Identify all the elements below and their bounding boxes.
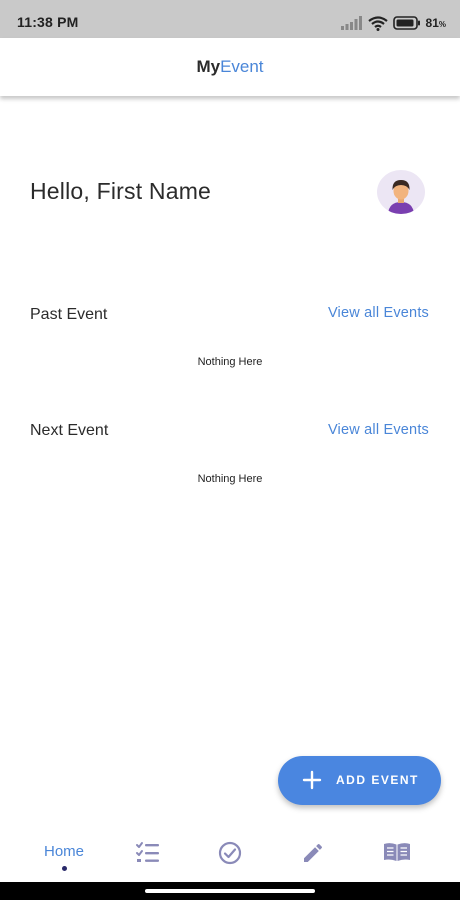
home-gesture-bar[interactable] bbox=[145, 889, 315, 893]
app-title: MyEvent bbox=[0, 57, 460, 77]
check-circle-icon bbox=[218, 841, 242, 865]
bottom-nav: Home bbox=[0, 826, 460, 882]
pencil-icon bbox=[304, 843, 323, 862]
signal-icon bbox=[340, 16, 362, 30]
battery-icon bbox=[392, 16, 420, 30]
nav-home[interactable]: Home bbox=[39, 836, 89, 874]
past-empty-text: Nothing Here bbox=[197, 356, 263, 368]
wifi-icon bbox=[367, 15, 388, 31]
next-view-all-link[interactable]: View all Events bbox=[328, 422, 429, 438]
status-time: 11:38 PM bbox=[17, 14, 79, 30]
user-avatar-icon bbox=[388, 180, 414, 214]
greeting-text: Hello, First Name bbox=[30, 178, 212, 204]
checklist-icon bbox=[136, 842, 159, 862]
system-gesture-area bbox=[0, 882, 460, 900]
book-icon bbox=[384, 843, 410, 861]
nav-edit[interactable] bbox=[288, 836, 338, 874]
nav-home-label: Home bbox=[43, 843, 84, 860]
past-view-all-link[interactable]: View all Events bbox=[328, 305, 429, 321]
status-bar: 11:38 PM 81% bbox=[0, 0, 460, 38]
add-event-button[interactable]: ADD EVENT bbox=[278, 756, 441, 805]
status-icons: 81% bbox=[340, 13, 446, 33]
app-title-prefix: My bbox=[196, 57, 221, 76]
past-event-title: Past Event bbox=[30, 306, 108, 323]
add-event-label: ADD EVENT bbox=[336, 773, 419, 787]
nav-book[interactable] bbox=[372, 836, 422, 874]
app-title-suffix: Event bbox=[220, 57, 264, 76]
battery-percent: 81% bbox=[425, 16, 446, 30]
nav-active-indicator bbox=[61, 866, 67, 871]
next-empty-text: Nothing Here bbox=[197, 473, 263, 485]
nav-checklist[interactable] bbox=[123, 836, 173, 874]
avatar[interactable] bbox=[377, 170, 425, 214]
app-bar: MyEvent bbox=[0, 38, 460, 96]
plus-icon bbox=[302, 770, 322, 790]
nav-completed[interactable] bbox=[205, 836, 255, 874]
next-event-title: Next Event bbox=[30, 422, 109, 439]
